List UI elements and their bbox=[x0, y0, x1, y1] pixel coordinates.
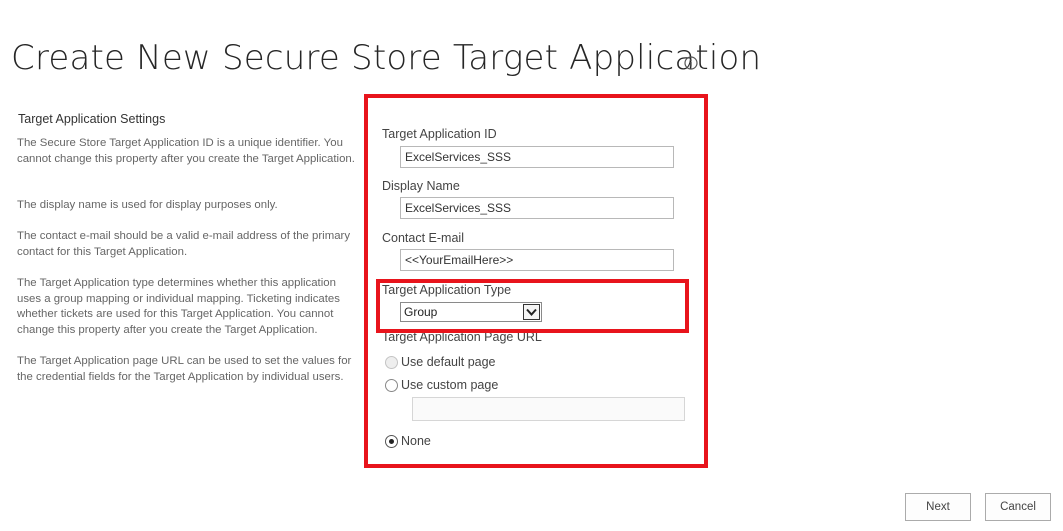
contact-email-input[interactable]: <<YourEmailHere>> bbox=[400, 249, 674, 271]
display-name-label: Display Name bbox=[382, 179, 460, 193]
next-button[interactable]: Next bbox=[905, 493, 971, 521]
app-type-select[interactable]: Group bbox=[400, 302, 542, 322]
chevron-down-icon[interactable] bbox=[523, 304, 540, 320]
contact-email-description: The contact e-mail should be a valid e-m… bbox=[17, 230, 351, 258]
info-icon[interactable] bbox=[684, 56, 698, 70]
display-name-description: The display name is used for display pur… bbox=[17, 199, 278, 211]
display-name-input[interactable]: ExcelServices_SSS bbox=[400, 197, 674, 219]
default-page-radio[interactable] bbox=[385, 356, 398, 369]
none-radio[interactable] bbox=[385, 435, 398, 448]
section-heading: Target Application Settings bbox=[18, 112, 166, 126]
app-type-description: The Target Application type determines w… bbox=[17, 277, 340, 336]
app-id-description: The Secure Store Target Application ID i… bbox=[17, 137, 355, 165]
app-type-label: Target Application Type bbox=[382, 283, 512, 297]
custom-page-radio[interactable] bbox=[385, 379, 398, 392]
page-title: Create New Secure Store Target Applicati… bbox=[11, 38, 762, 78]
default-page-label: Use default page bbox=[401, 355, 496, 369]
none-label: None bbox=[401, 434, 431, 448]
app-type-selected-value: Group bbox=[404, 305, 438, 319]
custom-page-url-input[interactable] bbox=[412, 397, 685, 421]
page-url-description: The Target Application page URL can be u… bbox=[17, 355, 352, 383]
app-id-label: Target Application ID bbox=[382, 127, 497, 141]
app-id-input[interactable]: ExcelServices_SSS bbox=[400, 146, 674, 168]
contact-email-label: Contact E-mail bbox=[382, 231, 464, 245]
cancel-button[interactable]: Cancel bbox=[985, 493, 1051, 521]
custom-page-label: Use custom page bbox=[401, 378, 499, 392]
